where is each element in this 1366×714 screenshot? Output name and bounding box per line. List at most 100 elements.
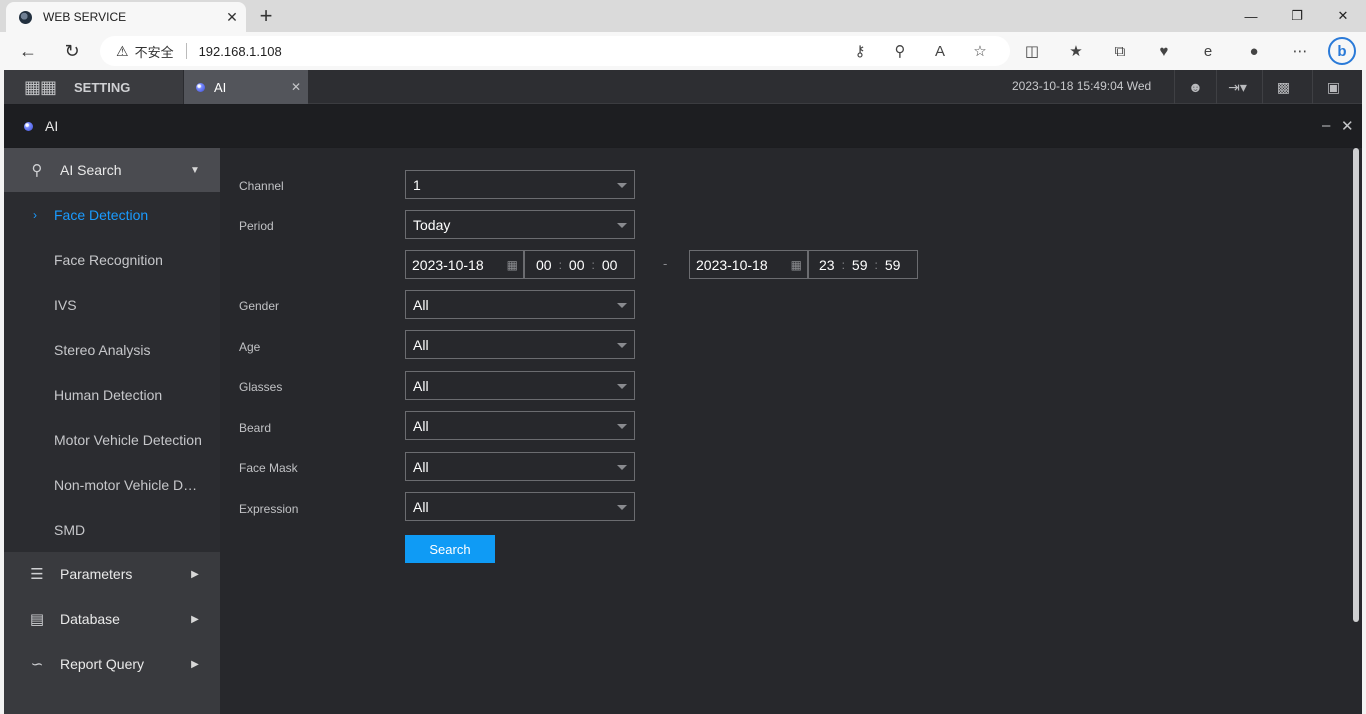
reload-icon[interactable]: ↻ (60, 39, 84, 63)
time-separator: : (558, 257, 562, 272)
expression-select[interactable]: All (405, 492, 635, 521)
dropdown-caret-icon (617, 384, 627, 389)
beard-value: All (413, 417, 429, 434)
dropdown-caret-icon (617, 505, 627, 510)
setting-button[interactable]: ▦▦ SETTING (4, 70, 184, 104)
search-form-panel: Channel 1 Period Today 2023-10-18 ▦ 00 :… (220, 148, 1350, 714)
age-select[interactable]: All (405, 330, 635, 359)
back-arrow-icon[interactable]: ← (16, 39, 40, 63)
start-minute[interactable]: 00 (569, 257, 585, 273)
qr-code-icon[interactable]: ▩ (1262, 70, 1304, 104)
time-range-row: 2023-10-18 ▦ 00 : 00 : 00 - 2023-10-18 ▦… (405, 250, 925, 279)
channel-label: Channel (239, 179, 284, 193)
read-aloud-icon[interactable]: A (926, 37, 954, 65)
channel-select[interactable]: 1 (405, 170, 635, 199)
more-menu-icon[interactable]: ⋯ (1286, 37, 1314, 65)
sidebar-item-motor-vehicle-detection[interactable]: Motor Vehicle Detection (4, 417, 220, 462)
app-top-bar: ▦▦ SETTING AI ✕ 2023-10-18 15:49:04 Wed … (4, 70, 1362, 104)
tab-ai-close-icon[interactable]: ✕ (284, 80, 308, 94)
period-label: Period (239, 219, 274, 233)
browser-tab[interactable]: WEB SERVICE ✕ (6, 2, 246, 32)
tab-ai-label: AI (214, 79, 227, 95)
expression-label: Expression (239, 502, 299, 516)
gender-select[interactable]: All (405, 290, 635, 319)
security-label: 不安全 (134, 44, 174, 60)
logout-icon[interactable]: ⇥▾ (1216, 70, 1258, 104)
module-title: AI (45, 118, 59, 134)
calendar-icon[interactable]: ▦ (791, 258, 802, 272)
end-hour[interactable]: 23 (819, 257, 835, 273)
glasses-select[interactable]: All (405, 371, 635, 400)
sidebar-item-report-query[interactable]: ∽ Report Query ▶ (4, 642, 220, 686)
calendar-icon[interactable]: ▦ (507, 258, 518, 272)
dropdown-caret-icon (617, 465, 627, 470)
bing-copilot-icon[interactable]: b (1328, 37, 1356, 65)
expression-value: All (413, 498, 429, 515)
glasses-label: Glasses (239, 380, 283, 394)
sidebar-item-database[interactable]: ▤ Database ▶ (4, 597, 220, 641)
key-icon[interactable]: ⚷ (846, 37, 874, 65)
browser-tab-bar: WEB SERVICE ✕ + — ❐ ✕ (0, 0, 1366, 32)
search-button[interactable]: Search (405, 535, 495, 563)
end-second[interactable]: 59 (885, 257, 901, 273)
sidebar-item-label: Report Query (60, 656, 145, 672)
restore-window-icon[interactable]: ❐ (1274, 0, 1320, 32)
face-mask-label: Face Mask (239, 461, 298, 475)
warning-icon: ⚠ (116, 42, 129, 59)
sidebar-item-non-motor-vehicle-detection[interactable]: Non-motor Vehicle Detection (4, 462, 220, 507)
sidebar-item-human-detection[interactable]: Human Detection (4, 372, 220, 417)
zoom-out-icon[interactable]: ⚲ (886, 37, 914, 65)
start-second[interactable]: 00 (602, 257, 618, 273)
scrollbar-thumb[interactable] (1353, 148, 1359, 622)
user-icon[interactable]: ☻ (1174, 70, 1216, 104)
sidebar-item-ai-search[interactable]: ⚲ AI Search ▼ (4, 148, 220, 192)
ai-search-icon: ⚲ (31, 162, 43, 179)
end-time-field[interactable]: 23 : 59 : 59 (808, 250, 918, 279)
dropdown-caret-icon (617, 183, 627, 188)
browser-essentials-icon[interactable]: ♥ (1150, 37, 1178, 65)
favorite-star-icon[interactable]: ☆ (966, 37, 994, 65)
caret-right-icon: ▶ (191, 658, 199, 670)
ai-module-icon (24, 121, 33, 131)
beard-label: Beard (239, 421, 272, 435)
glasses-value: All (413, 377, 429, 394)
start-date-field[interactable]: 2023-10-18 ▦ (405, 250, 524, 279)
close-window-icon[interactable]: ✕ (1320, 0, 1366, 32)
sidebar-item-stereo-analysis[interactable]: Stereo Analysis (4, 327, 220, 372)
sidebar-item-face-detection[interactable]: › Face Detection (4, 192, 220, 237)
period-select[interactable]: Today (405, 210, 635, 239)
end-minute[interactable]: 59 (852, 257, 868, 273)
close-tab-icon[interactable]: ✕ (218, 9, 246, 26)
end-date-field[interactable]: 2023-10-18 ▦ (689, 250, 808, 279)
period-value: Today (413, 216, 451, 233)
range-separator: - (663, 256, 668, 271)
split-screen-icon[interactable]: ◫ (1018, 37, 1046, 65)
tab-ai[interactable]: AI ✕ (184, 70, 308, 104)
edge-icon[interactable]: e (1194, 37, 1222, 65)
collections-icon[interactable]: ⧉ (1106, 37, 1134, 65)
sidebar-item-label: SMD (54, 521, 86, 538)
sidebar-item-label: Human Detection (54, 386, 163, 403)
new-tab-button[interactable]: + (254, 4, 278, 28)
favorites-icon[interactable]: ★ (1062, 37, 1090, 65)
report-chart-icon: ∽ (30, 656, 44, 673)
sidebar-item-parameters[interactable]: ☰ Parameters ▶ (4, 552, 220, 596)
beard-select[interactable]: All (405, 411, 635, 440)
close-module-icon[interactable]: ✕ (1341, 117, 1354, 135)
sidebar-item-face-recognition[interactable]: Face Recognition (4, 237, 220, 282)
sidebar-item-smd[interactable]: SMD (4, 507, 220, 552)
face-mask-value: All (413, 458, 429, 475)
sidebar-item-ivs[interactable]: IVS (4, 282, 220, 327)
sidebar: ⚲ AI Search ▼ › Face Detection Face Reco… (4, 148, 220, 714)
vertical-scrollbar[interactable] (1350, 148, 1362, 714)
face-mask-select[interactable]: All (405, 452, 635, 481)
url-text[interactable]: 192.168.1.108 (199, 44, 282, 59)
dropdown-caret-icon (617, 303, 627, 308)
age-label: Age (239, 340, 261, 354)
start-hour[interactable]: 00 (536, 257, 552, 273)
minimize-module-icon[interactable]: – (1322, 117, 1330, 134)
fullscreen-icon[interactable]: ▣ (1312, 70, 1354, 104)
start-time-field[interactable]: 00 : 00 : 00 (524, 250, 635, 279)
minimize-window-icon[interactable]: — (1228, 0, 1274, 32)
profile-avatar-icon[interactable]: ● (1240, 37, 1268, 65)
